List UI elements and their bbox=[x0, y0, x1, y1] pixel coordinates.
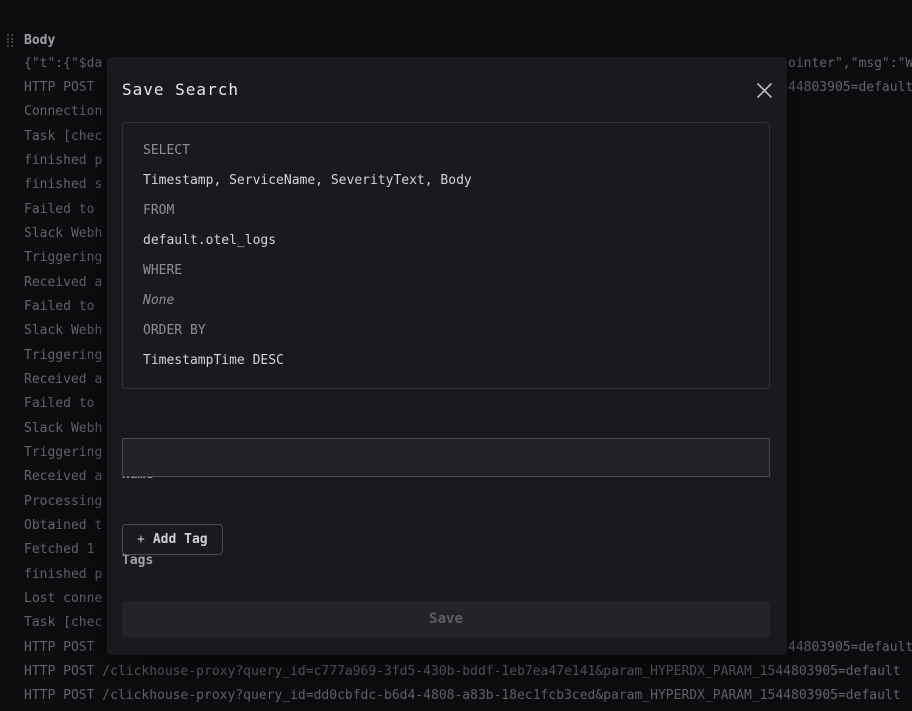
save-search-modal: Save Search SELECT Timestamp, ServiceNam… bbox=[107, 57, 787, 655]
log-row: HTTP POST /clickhouse-proxy?query_id=c77… bbox=[0, 659, 912, 683]
plus-icon: + bbox=[137, 532, 145, 547]
tags-label: Tags bbox=[122, 553, 153, 568]
order-by-label: ORDER BY bbox=[143, 315, 749, 345]
from-value: default.otel_logs bbox=[143, 226, 749, 256]
where-label: WHERE bbox=[143, 256, 749, 286]
from-label: FROM bbox=[143, 196, 749, 226]
log-row-continuation: ointer","msg":"W bbox=[788, 51, 912, 75]
log-row: HTTP POST /clickhouse-proxy?query_id=dd0… bbox=[0, 684, 912, 708]
select-label: SELECT bbox=[143, 136, 749, 166]
grip-vertical-icon bbox=[7, 34, 15, 47]
log-row-continuation: 44803905=default bbox=[788, 635, 912, 659]
query-preview: SELECT Timestamp, ServiceName, SeverityT… bbox=[122, 122, 770, 389]
modal-title: Save Search bbox=[122, 80, 239, 99]
close-icon bbox=[756, 82, 773, 99]
add-tag-button[interactable]: + Add Tag bbox=[122, 524, 223, 555]
save-button[interactable]: Save bbox=[122, 601, 770, 637]
body-column-header: Body bbox=[24, 33, 55, 48]
select-value: Timestamp, ServiceName, SeverityText, Bo… bbox=[143, 166, 749, 196]
close-button[interactable] bbox=[749, 75, 779, 105]
add-tag-label: Add Tag bbox=[153, 532, 208, 547]
name-input[interactable] bbox=[122, 438, 770, 477]
where-value: None bbox=[143, 285, 749, 315]
order-by-value: TimestampTime DESC bbox=[143, 345, 749, 375]
log-row-continuation: 44803905=default bbox=[788, 75, 912, 99]
